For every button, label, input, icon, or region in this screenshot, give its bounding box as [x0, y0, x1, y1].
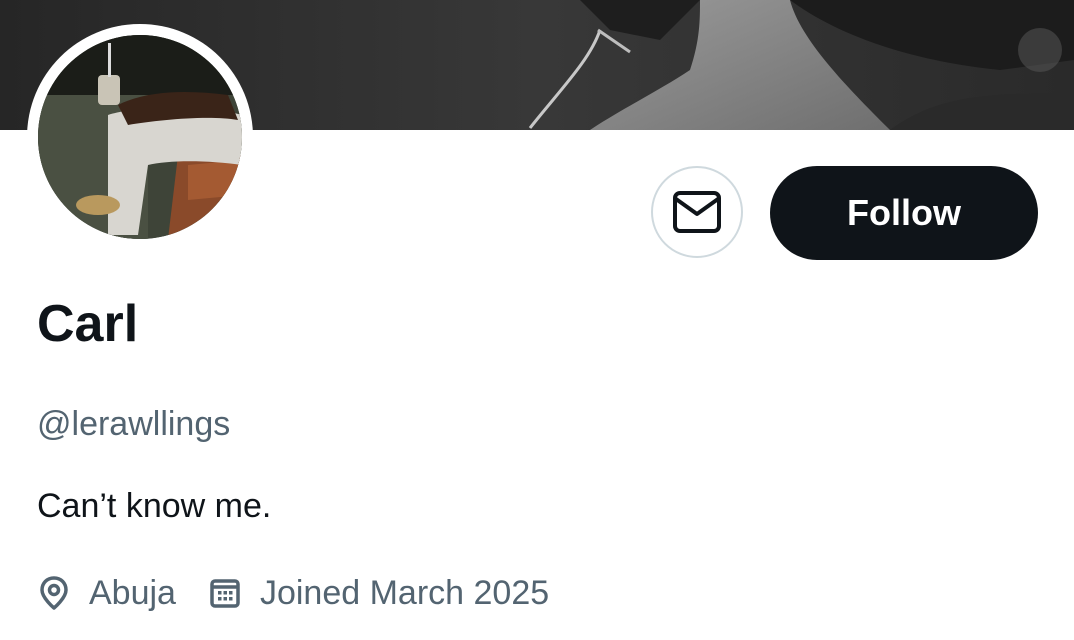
- avatar-photo: [38, 35, 242, 239]
- message-button[interactable]: [651, 166, 743, 258]
- display-name: Carl: [37, 295, 139, 353]
- calendar-icon: [208, 576, 242, 610]
- profile-bio: Can’t know me.: [37, 487, 272, 525]
- location-text: Abuja: [89, 573, 176, 612]
- avatar[interactable]: [38, 35, 242, 239]
- joined-item: Joined March 2025: [208, 574, 549, 613]
- avatar-border: [27, 24, 253, 250]
- profile-meta: Abuja Joined March 2025: [37, 570, 581, 616]
- joined-text: Joined March 2025: [259, 573, 550, 612]
- location-item: Abuja: [37, 574, 176, 613]
- envelope-icon: [673, 191, 721, 233]
- follow-button-label: Follow: [847, 192, 961, 233]
- profile-handle: @lerawllings: [37, 405, 231, 443]
- profile-page: Follow Carl @lerawllings Can’t know me. …: [0, 0, 1074, 640]
- follow-button[interactable]: Follow: [770, 166, 1038, 260]
- location-pin-icon: [37, 576, 71, 610]
